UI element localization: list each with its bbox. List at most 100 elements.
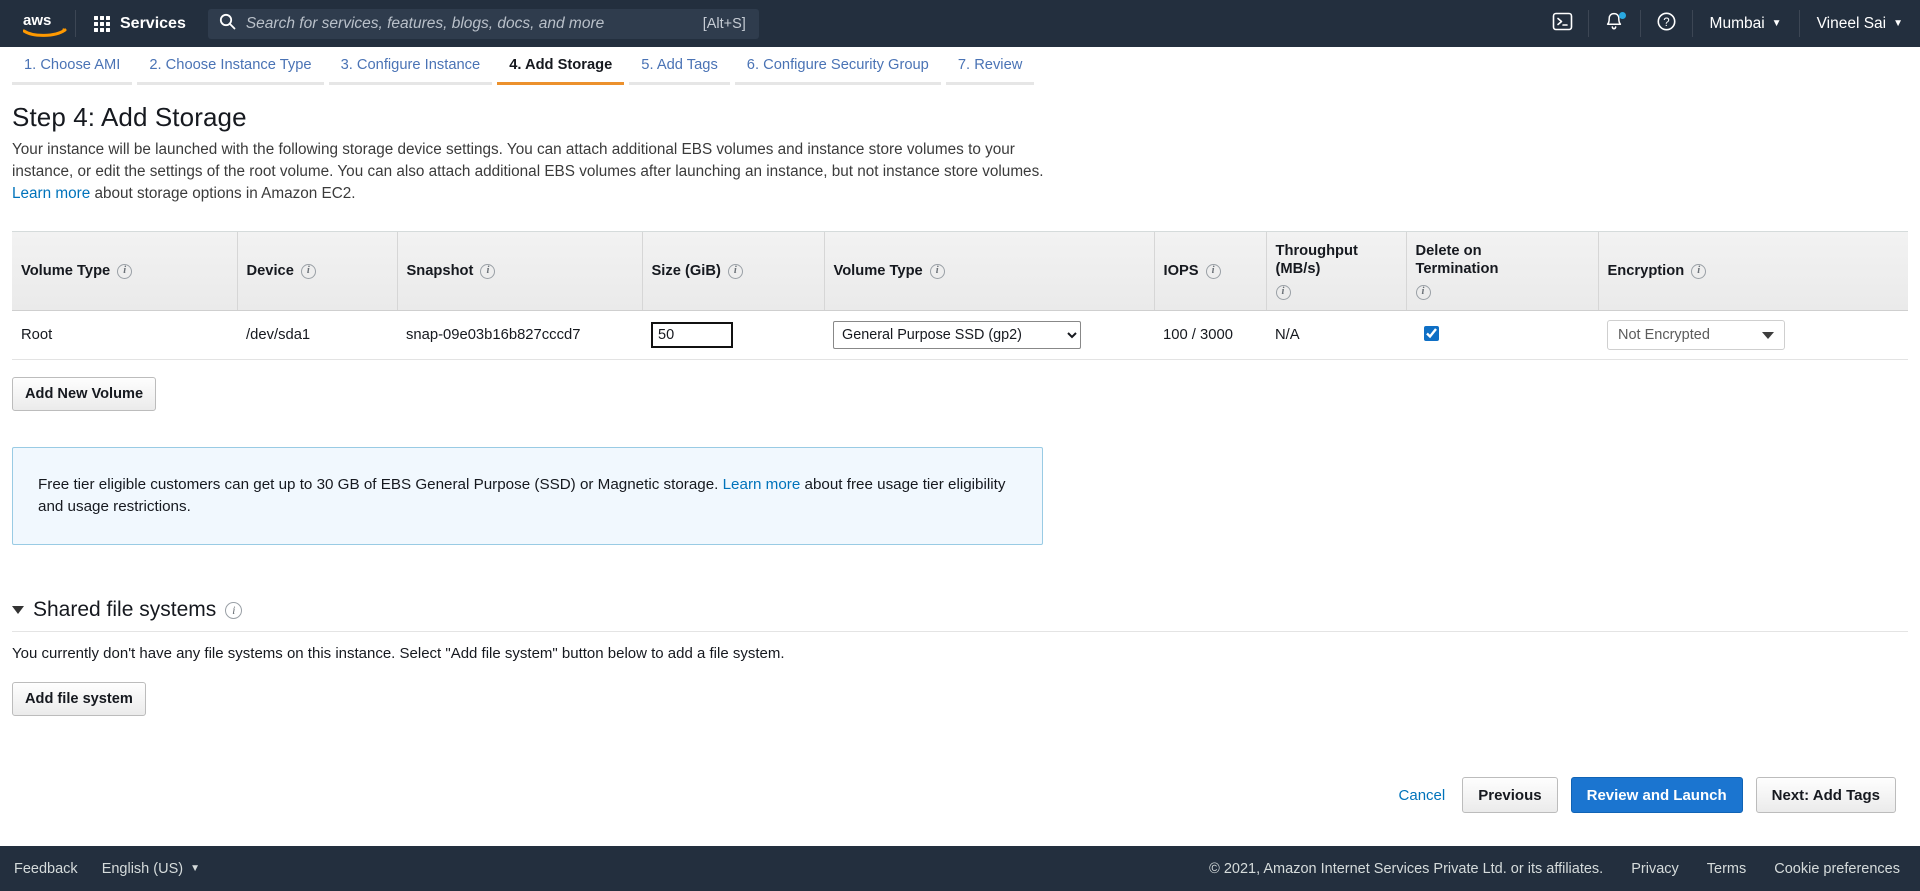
info-icon[interactable]: i bbox=[1205, 263, 1221, 279]
account-label: Vineel Sai bbox=[1816, 14, 1887, 32]
services-menu-button[interactable]: Services bbox=[76, 0, 204, 47]
col-label: Size (GiB) bbox=[651, 263, 721, 279]
intro-text-part1: Your instance will be launched with the … bbox=[12, 141, 1044, 180]
col-label: Volume Type bbox=[21, 263, 111, 279]
global-search-box[interactable]: [Alt+S] bbox=[207, 8, 759, 39]
info-icon[interactable]: i bbox=[1691, 263, 1707, 279]
info-icon[interactable]: i bbox=[300, 263, 316, 279]
cell-delete-on-termination bbox=[1406, 310, 1598, 360]
wizard-step-label: 6. Configure Security Group bbox=[746, 56, 929, 73]
shared-file-systems-description: You currently don't have any file system… bbox=[12, 645, 785, 662]
info-icon[interactable]: i bbox=[929, 263, 945, 279]
cloudshell-icon bbox=[1552, 11, 1573, 37]
footer-right-group: © 2021, Amazon Internet Services Private… bbox=[1209, 861, 1920, 877]
help-button[interactable]: ? bbox=[1641, 0, 1692, 47]
info-icon[interactable]: i bbox=[480, 263, 496, 279]
cookie-preferences-link[interactable]: Cookie preferences bbox=[1774, 861, 1900, 877]
add-new-volume-button[interactable]: Add New Volume bbox=[12, 377, 157, 411]
col-label: IOPS bbox=[1163, 263, 1199, 279]
col-size: Size (GiB) i bbox=[642, 232, 825, 311]
aws-logo[interactable]: aws bbox=[0, 10, 75, 38]
main-content: Step 4: Add Storage Your instance will b… bbox=[0, 102, 1920, 716]
encryption-value: Not Encrypted bbox=[1618, 327, 1710, 343]
cell-volume-type: Root bbox=[12, 310, 237, 360]
infobox-text-part1: Free tier eligible customers can get up … bbox=[38, 476, 723, 493]
col-label: Delete on Termination bbox=[1415, 243, 1499, 277]
learn-more-link[interactable]: Learn more bbox=[12, 185, 90, 202]
chevron-down-icon: ▼ bbox=[1893, 17, 1903, 29]
cell-device: /dev/sda1 bbox=[237, 310, 397, 360]
wizard-step-configure-instance[interactable]: 3. Configure Instance bbox=[328, 47, 493, 85]
encryption-select[interactable]: Not Encrypted bbox=[1607, 320, 1785, 350]
cell-throughput: N/A bbox=[1266, 310, 1406, 360]
volume-type-select[interactable]: General Purpose SSD (gp2) bbox=[833, 321, 1081, 349]
col-volume-type-select: Volume Type i bbox=[824, 232, 1155, 311]
wizard-step-choose-instance-type[interactable]: 2. Choose Instance Type bbox=[137, 47, 324, 85]
storage-table-wrapper: Volume Type i Device i Snapshot i Size (GiB… bbox=[12, 231, 1908, 360]
add-file-system-button[interactable]: Add file system bbox=[12, 682, 146, 716]
info-icon[interactable]: i bbox=[117, 263, 133, 279]
col-label: Snapshot bbox=[406, 263, 474, 279]
footer-left-group: Feedback English (US) ▼ bbox=[0, 861, 200, 877]
info-icon[interactable]: i bbox=[225, 601, 243, 619]
wizard-step-add-storage[interactable]: 4. Add Storage bbox=[497, 47, 625, 85]
col-device: Device i bbox=[237, 232, 398, 311]
shared-file-systems-header[interactable]: Shared file systems i bbox=[12, 598, 1908, 632]
page-description: Your instance will be launched with the … bbox=[12, 139, 1052, 205]
wizard-step-choose-ami[interactable]: 1. Choose AMI bbox=[12, 47, 133, 85]
terms-link[interactable]: Terms bbox=[1707, 861, 1746, 877]
search-shortcut-hint: [Alt+S] bbox=[702, 15, 746, 32]
wizard-step-review[interactable]: 7. Review bbox=[945, 47, 1035, 85]
col-label: Volume Type bbox=[833, 263, 923, 279]
help-icon: ? bbox=[1656, 11, 1677, 37]
page-title: Step 4: Add Storage bbox=[12, 102, 247, 132]
account-menu[interactable]: Vineel Sai ▼ bbox=[1800, 0, 1920, 47]
svg-text:?: ? bbox=[1663, 17, 1669, 29]
wizard-steps: 1. Choose AMI 2. Choose Instance Type 3.… bbox=[0, 47, 1920, 85]
col-encryption: Encryption i bbox=[1598, 232, 1908, 311]
notification-badge-dot bbox=[1618, 12, 1626, 19]
delete-on-termination-checkbox[interactable] bbox=[1424, 325, 1439, 341]
search-icon bbox=[219, 13, 236, 35]
wizard-step-label: 4. Add Storage bbox=[509, 56, 613, 73]
col-volume-type: Volume Type i bbox=[12, 232, 238, 311]
wizard-step-label: 5. Add Tags bbox=[641, 56, 718, 73]
free-tier-info-box: Free tier eligible customers can get up … bbox=[12, 447, 1043, 545]
privacy-link[interactable]: Privacy bbox=[1631, 861, 1679, 877]
cell-size bbox=[642, 310, 824, 360]
region-label: Mumbai bbox=[1709, 14, 1765, 32]
intro-text-part2: about storage options in Amazon EC2. bbox=[90, 185, 356, 202]
cell-volume-type-select: General Purpose SSD (gp2) bbox=[824, 310, 1154, 360]
info-icon[interactable]: i bbox=[727, 263, 743, 279]
top-navigation-bar: aws Services [Alt+S] bbox=[0, 0, 1920, 47]
copyright-text: © 2021, Amazon Internet Services Private… bbox=[1209, 860, 1604, 877]
cancel-button[interactable]: Cancel bbox=[1399, 787, 1446, 804]
feedback-link[interactable]: Feedback bbox=[14, 861, 78, 877]
search-input[interactable] bbox=[245, 14, 693, 33]
chevron-down-icon: ▼ bbox=[1771, 17, 1782, 29]
services-label: Services bbox=[120, 14, 186, 32]
table-row: Root /dev/sda1 snap-09e03b16b827cccd7 Ge… bbox=[12, 310, 1908, 360]
cloudshell-button[interactable] bbox=[1537, 0, 1588, 47]
next-add-tags-button[interactable]: Next: Add Tags bbox=[1755, 777, 1896, 813]
info-icon[interactable]: i bbox=[1415, 285, 1431, 300]
info-icon[interactable]: i bbox=[1275, 285, 1291, 300]
table-header-row: Volume Type i Device i Snapshot i Size (GiB… bbox=[12, 232, 1908, 311]
col-snapshot: Snapshot i bbox=[397, 232, 643, 311]
review-and-launch-button[interactable]: Review and Launch bbox=[1570, 777, 1743, 813]
language-selector[interactable]: English (US) ▼ bbox=[102, 861, 200, 877]
wizard-step-configure-security-group[interactable]: 6. Configure Security Group bbox=[734, 47, 941, 85]
col-delete-on-termination: Delete on Termination i bbox=[1406, 232, 1599, 311]
collapse-triangle-icon[interactable] bbox=[12, 606, 24, 614]
wizard-step-add-tags[interactable]: 5. Add Tags bbox=[629, 47, 730, 85]
chevron-down-icon bbox=[1762, 331, 1774, 339]
notifications-button[interactable] bbox=[1589, 0, 1640, 47]
chevron-down-icon: ▼ bbox=[190, 862, 200, 874]
size-input[interactable] bbox=[651, 322, 733, 348]
free-tier-learn-more-link[interactable]: Learn more bbox=[723, 476, 801, 493]
previous-button[interactable]: Previous bbox=[1462, 777, 1558, 813]
region-selector[interactable]: Mumbai ▼ bbox=[1693, 0, 1799, 47]
grid-icon bbox=[94, 15, 110, 32]
cell-iops: 100 / 3000 bbox=[1154, 310, 1266, 360]
col-throughput: Throughput (MB/s) i bbox=[1266, 232, 1407, 311]
